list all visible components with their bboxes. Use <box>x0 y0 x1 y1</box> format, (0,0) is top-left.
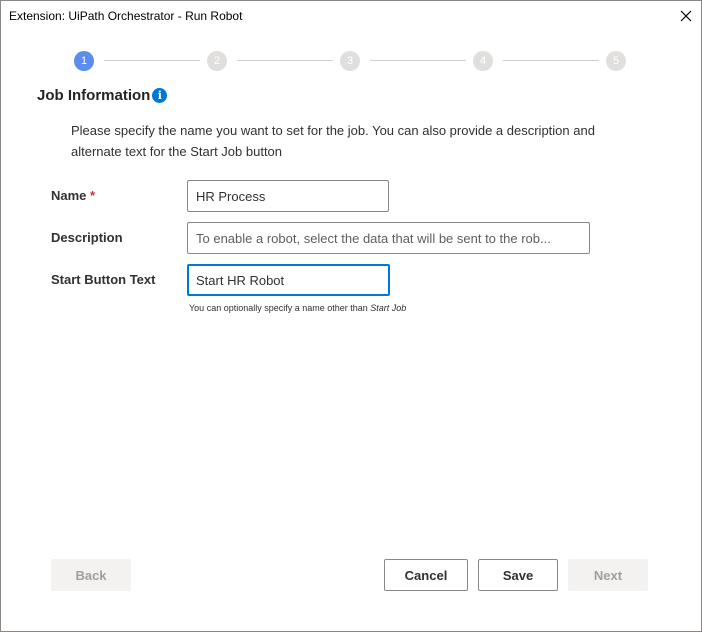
start-button-text-input[interactable] <box>187 264 390 296</box>
required-marker: * <box>90 188 96 203</box>
start-button-text-label: Start Button Text <box>51 272 156 287</box>
step-5: 5 <box>606 51 626 71</box>
name-label: Name * <box>51 188 96 203</box>
section-title: Job Information <box>37 87 151 104</box>
step-3: 3 <box>340 51 360 71</box>
description-label: Description <box>51 230 123 245</box>
step-2: 2 <box>207 51 227 71</box>
start-button-text-hint: You can optionally specify a name other … <box>189 303 407 313</box>
save-button[interactable]: Save <box>478 559 558 591</box>
step-connector <box>104 60 200 61</box>
step-connector <box>370 60 466 61</box>
close-icon <box>680 10 692 22</box>
step-connector <box>503 60 599 61</box>
title-bar: Extension: UiPath Orchestrator - Run Rob… <box>1 1 701 31</box>
step-1: 1 <box>74 51 94 71</box>
next-button[interactable]: Next <box>568 559 648 591</box>
section-description: Please specify the name you want to set … <box>71 123 595 159</box>
step-connector <box>237 60 333 61</box>
back-button[interactable]: Back <box>51 559 131 591</box>
window-title: Extension: UiPath Orchestrator - Run Rob… <box>9 9 243 23</box>
info-icon[interactable]: i <box>152 88 168 103</box>
name-input[interactable] <box>187 180 389 212</box>
cancel-button[interactable]: Cancel <box>384 559 468 591</box>
step-4: 4 <box>473 51 493 71</box>
description-input[interactable] <box>187 222 590 254</box>
dialog-window: Extension: UiPath Orchestrator - Run Rob… <box>0 0 702 632</box>
close-button[interactable] <box>675 5 697 27</box>
wizard-stepper: 1 2 3 4 5 <box>1 49 701 73</box>
section-heading: Job Information i <box>37 87 168 104</box>
